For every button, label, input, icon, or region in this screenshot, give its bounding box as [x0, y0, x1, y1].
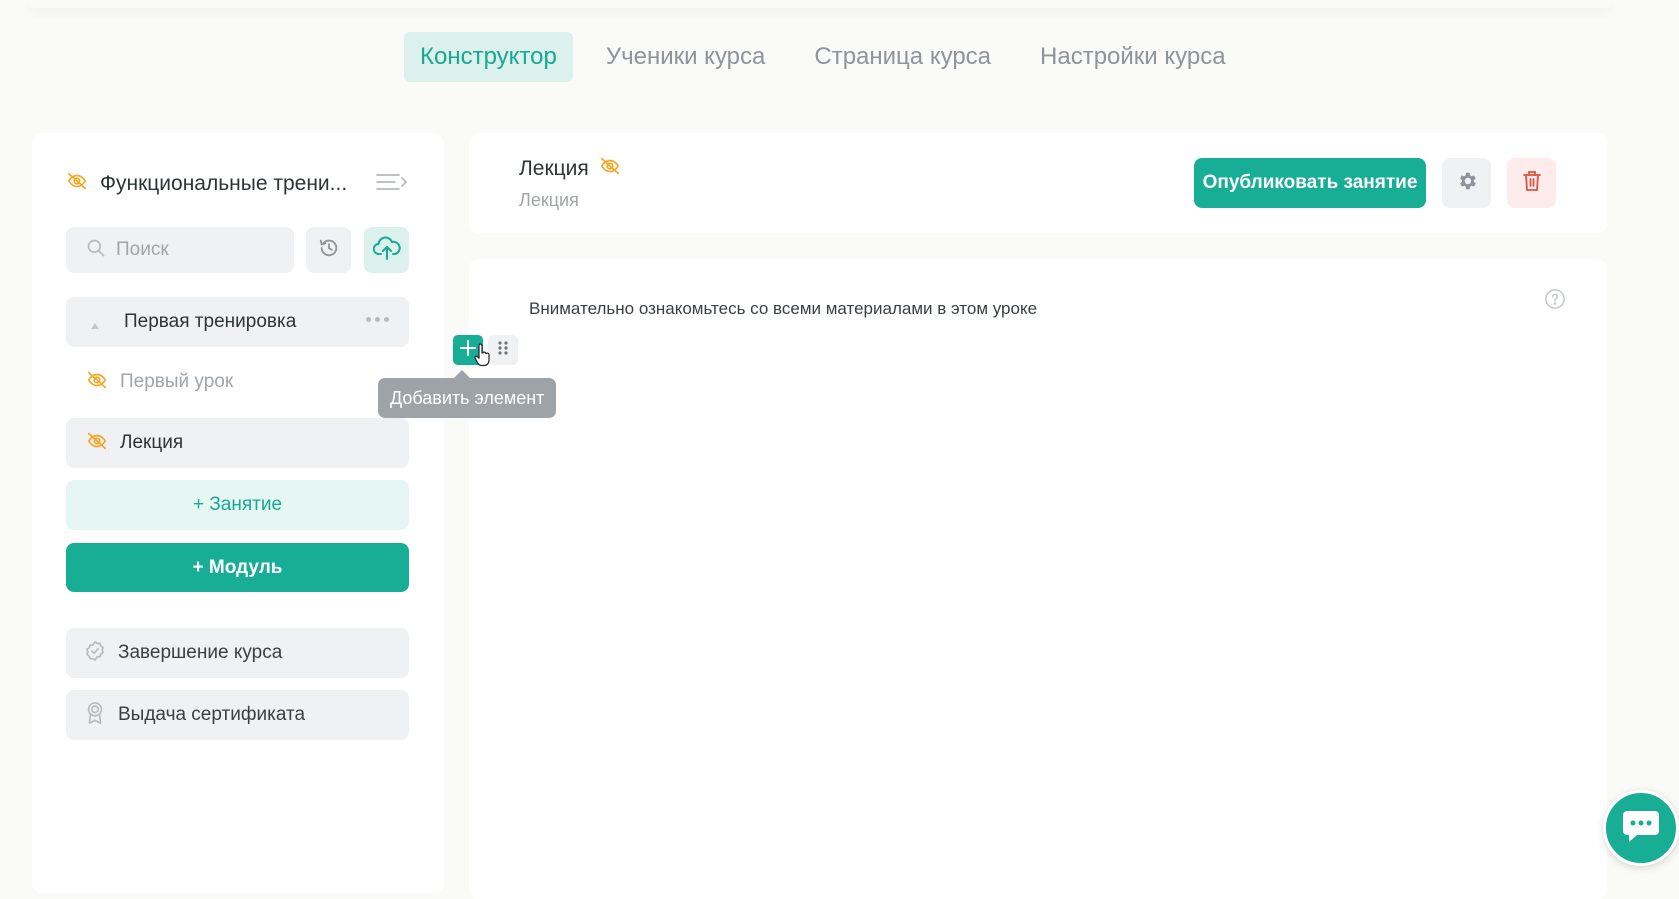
content-text-block[interactable]: Внимательно ознакомьтесь со всеми матери… [529, 299, 1037, 319]
lesson-content-card [469, 259, 1607, 899]
tab-constructor[interactable]: Конструктор [404, 32, 573, 82]
eye-slash-icon [86, 430, 108, 457]
drag-handle-icon [497, 340, 509, 361]
collapse-menu-icon[interactable] [375, 171, 409, 198]
search-icon [86, 238, 106, 263]
lesson-item-selected[interactable]: Лекция [66, 418, 409, 468]
course-title-text: Функциональные трени... [100, 171, 348, 195]
upload-button[interactable] [364, 227, 409, 273]
lesson-title-text: Лекция [519, 156, 589, 180]
lesson-title: Лекция [519, 155, 621, 182]
module-row[interactable]: Первая тренировка [66, 297, 409, 347]
tab-students[interactable]: Ученики курса [590, 32, 782, 82]
drag-handle[interactable] [488, 335, 518, 365]
course-completion-item[interactable]: Завершение курса [66, 628, 409, 678]
chat-icon [1621, 808, 1661, 849]
module-label: Первая тренировка [124, 311, 297, 332]
publish-lesson-button[interactable]: Опубликовать занятие [1194, 158, 1426, 208]
award-icon [84, 701, 106, 730]
lesson-item[interactable]: Первый урок [66, 357, 409, 407]
top-bar [30, 0, 1610, 8]
course-title[interactable]: Функциональные трени... [66, 170, 347, 197]
hand-pointer-icon [473, 343, 491, 372]
settings-button[interactable] [1442, 158, 1491, 208]
delete-button[interactable] [1507, 158, 1556, 208]
tab-course-page[interactable]: Страница курса [798, 32, 1007, 82]
eye-slash-icon [86, 369, 108, 396]
add-module-button[interactable]: + Модуль [66, 543, 409, 592]
eye-slash-icon [66, 170, 88, 197]
certificate-label: Выдача сертификата [118, 704, 306, 725]
course-tabs: Конструктор Ученики курса Страница курса… [404, 32, 1259, 82]
add-element-tooltip: Добавить элемент [378, 370, 557, 418]
add-lesson-button[interactable]: + Занятие [66, 480, 409, 530]
lesson-label: Первый урок [120, 371, 234, 392]
lesson-header-card [469, 133, 1607, 233]
badge-check-icon [84, 640, 106, 667]
caret-up-icon[interactable] [90, 317, 100, 335]
lesson-label: Лекция [120, 432, 184, 453]
course-completion-label: Завершение курса [118, 642, 283, 663]
history-button[interactable] [306, 227, 351, 273]
eye-slash-icon[interactable] [599, 155, 621, 182]
search-input[interactable] [116, 239, 276, 261]
lesson-subtitle: Лекция [519, 190, 579, 210]
question-icon[interactable] [1544, 288, 1566, 315]
cloud-upload-icon [372, 235, 401, 266]
more-options-icon[interactable] [366, 317, 389, 322]
chat-button[interactable] [1603, 790, 1679, 866]
search-field[interactable] [66, 227, 294, 273]
certificate-item[interactable]: Выдача сертификата [66, 690, 409, 740]
gear-icon [1456, 170, 1478, 197]
tab-course-settings[interactable]: Настройки курса [1024, 32, 1242, 82]
history-icon [318, 237, 340, 264]
trash-icon [1522, 170, 1541, 197]
